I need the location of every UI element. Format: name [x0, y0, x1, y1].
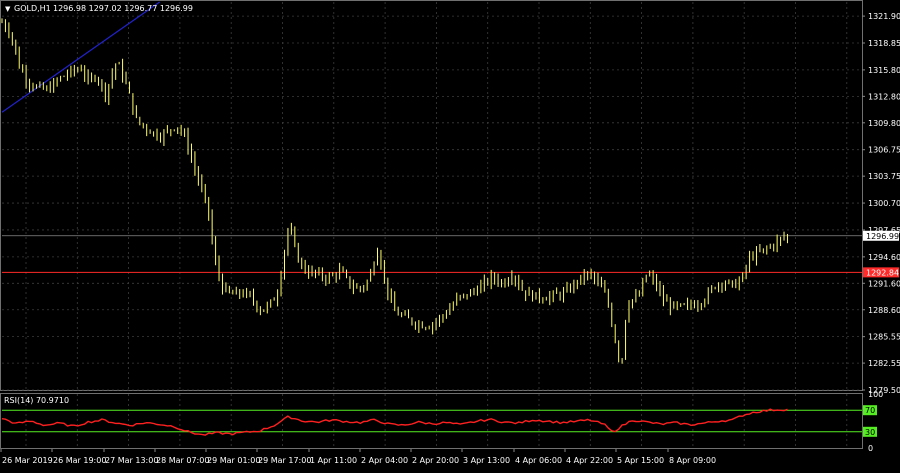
- price-tick-label: 1303.75: [868, 172, 900, 181]
- time-tick-label: 4 Apr 22:00: [566, 456, 613, 465]
- rsi-label: RSI(14) 70.9710: [4, 396, 69, 405]
- price-tick-label: 1291.60: [868, 279, 900, 288]
- time-tick-label: 8 Apr 09:00: [669, 456, 716, 465]
- time-tick-label: 26 Mar 2019: [2, 456, 53, 465]
- price-tick-label: 1294.60: [868, 253, 900, 262]
- current-price-tag: 1296.99: [863, 230, 899, 241]
- symbol-label: GOLD,H1: [14, 4, 51, 13]
- chart-window[interactable]: ▼ GOLD,H1 1296.98 1297.02 1296.77 1296.9…: [0, 0, 900, 469]
- price-tick-label: 1321.90: [868, 12, 900, 21]
- time-tick-label: 2 Apr 04:00: [361, 456, 408, 465]
- price-tag-label: 1296.99: [866, 232, 899, 241]
- hline-price-tag: 1292.84: [863, 267, 899, 278]
- time-tick-label: 4 Apr 06:00: [515, 456, 562, 465]
- price-axis[interactable]: 1321.90 1318.85 1315.80 1312.80 1309.80 1306.…: [862, 12, 900, 395]
- price-tick-label: 1318.85: [868, 39, 900, 48]
- time-tick-label: 1 Apr 11:00: [310, 456, 357, 465]
- rsi-scale-label: 100: [868, 390, 883, 399]
- time-tick-label: 28 Mar 07:00: [156, 456, 209, 465]
- rsi-level-label: 70: [865, 406, 875, 415]
- price-tick-label: 1309.80: [868, 119, 900, 128]
- time-tick-label: 29 Mar 17:00: [258, 456, 311, 465]
- time-tick-label: 3 Apr 13:00: [463, 456, 510, 465]
- time-tick-label: 5 Apr 15:00: [617, 456, 664, 465]
- rsi-scale-label: 0: [868, 444, 873, 453]
- price-tick-label: 1306.75: [868, 146, 900, 155]
- time-tick-label: 2 Apr 20:00: [412, 456, 459, 465]
- price-tick-label: 1285.55: [868, 333, 900, 342]
- ohlc-label: 1296.98 1297.02 1296.77 1296.99: [53, 4, 193, 13]
- time-tick-label: 26 Mar 19:00: [53, 456, 106, 465]
- symbol-menu-icon[interactable]: ▼: [5, 5, 11, 13]
- rsi-level-label: 30: [865, 428, 875, 437]
- chart-background: [0, 0, 900, 469]
- price-tick-label: 1300.70: [868, 199, 900, 208]
- time-tick-label: 29 Mar 01:00: [207, 456, 260, 465]
- price-tick-label: 1312.80: [868, 92, 900, 101]
- price-chart[interactable]: ▼ GOLD,H1 1296.98 1297.02 1296.77 1296.9…: [0, 0, 900, 469]
- hline-tag-label: 1292.84: [866, 268, 899, 277]
- price-tick-label: 1315.80: [868, 66, 900, 75]
- time-tick-label: 27 Mar 13:00: [105, 456, 158, 465]
- price-tick-label: 1282.55: [868, 359, 900, 368]
- price-tick-label: 1288.60: [868, 306, 900, 315]
